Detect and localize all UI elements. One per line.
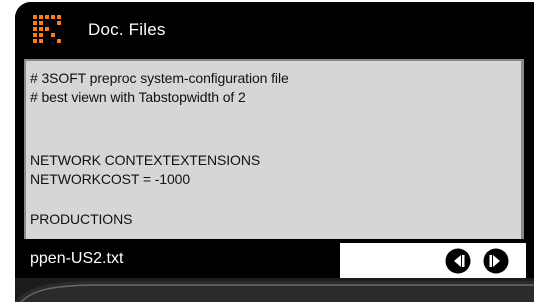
next-arrow-icon[interactable] bbox=[483, 248, 509, 274]
title-bar: Doc. Files bbox=[15, 2, 534, 60]
document-line: # 3SOFT preproc system-configuration fil… bbox=[30, 70, 289, 86]
filename-label: ppen-US2.txt bbox=[30, 250, 124, 267]
navigation-panel bbox=[340, 243, 526, 278]
previous-arrow-icon[interactable] bbox=[445, 248, 471, 274]
footer-bar bbox=[15, 278, 534, 302]
document-line: PRODUCTIONS bbox=[30, 211, 133, 227]
document-line: NETWORK CONTEXTEXTENSIONS bbox=[30, 152, 261, 168]
footer-curve-decoration bbox=[15, 281, 534, 302]
page-title: Doc. Files bbox=[88, 20, 166, 39]
document-viewer-frame: # 3SOFT preproc system-configuration fil… bbox=[24, 59, 524, 239]
pixel-grid-logo-icon bbox=[33, 15, 61, 43]
device-screen: Doc. Files # 3SOFT preproc system-config… bbox=[15, 2, 534, 302]
document-line: NETWORKCOST = -1000 bbox=[30, 171, 191, 187]
document-viewer[interactable]: # 3SOFT preproc system-configuration fil… bbox=[26, 61, 521, 239]
document-line: # best viewn with Tabstopwidth of 2 bbox=[30, 89, 246, 105]
status-bar: ppen-US2.txt bbox=[24, 241, 526, 278]
